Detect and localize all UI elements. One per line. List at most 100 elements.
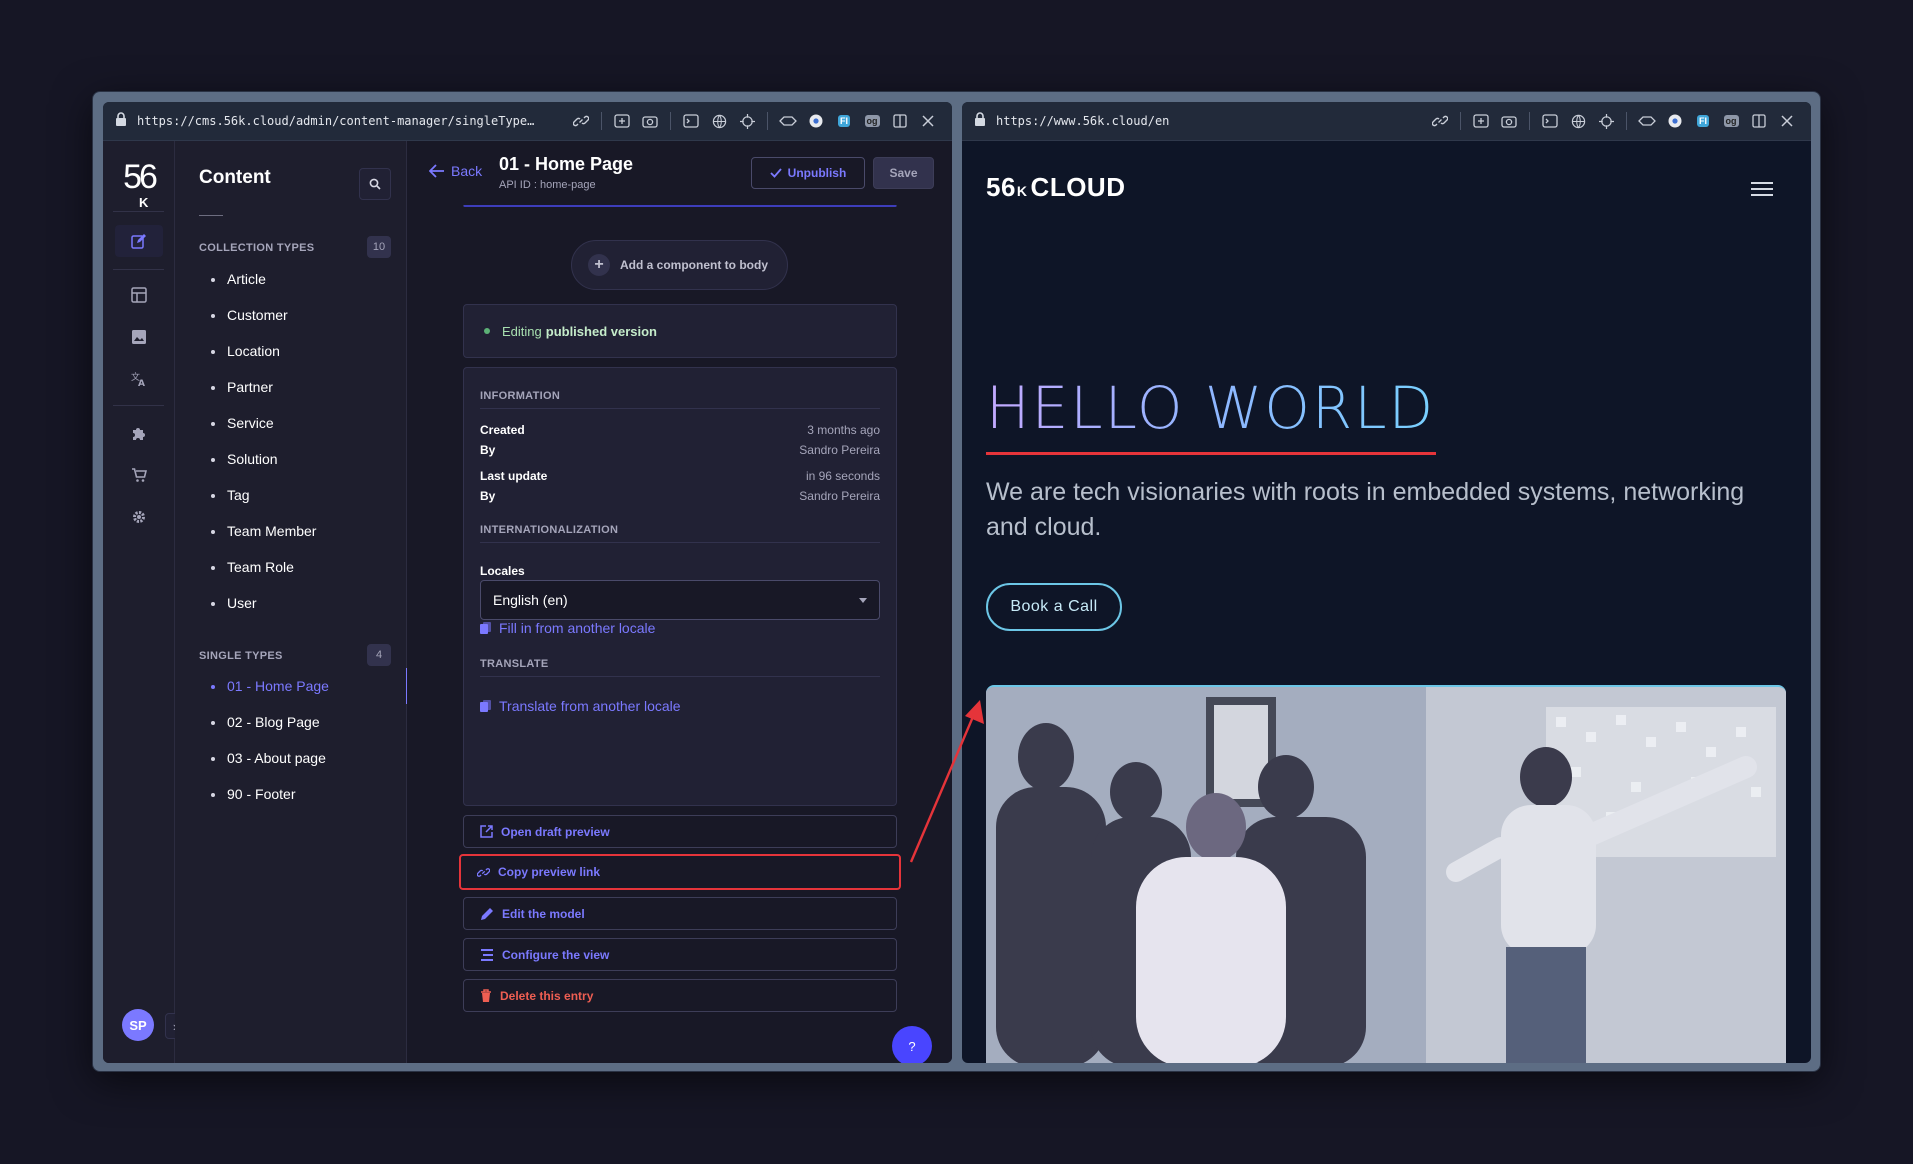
subnav-item[interactable]: User [175,585,407,621]
main-nav: 56 K 文A SP [103,141,185,1063]
cms-logo[interactable]: 56 K [117,155,161,210]
delete-entry-button[interactable]: Delete this entry [463,979,897,1012]
collection-types-heading[interactable]: COLLECTION TYPES [199,242,314,254]
unpublish-button[interactable]: Unpublish [751,157,865,189]
help-button[interactable]: ? [892,1026,932,1063]
team-photo [986,685,1786,1063]
open-draft-preview-button[interactable]: Open draft preview [463,815,897,848]
fi-extension-icon[interactable]: FI [1689,107,1717,135]
subnav-search-button[interactable] [359,168,391,200]
add-component-button[interactable]: + Add a component to body [571,240,788,290]
subnav-item[interactable]: 02 - Blog Page [175,704,407,740]
divider [480,542,880,543]
extension-icon[interactable] [1633,107,1661,135]
preview-url-bar: https://www.56k.cloud/en FI og [962,102,1811,141]
site-logo-number: 56 [986,172,1016,202]
terminal-icon[interactable] [677,107,705,135]
extension-icon[interactable] [774,107,802,135]
close-icon[interactable] [914,107,942,135]
user-avatar[interactable]: SP [122,1009,154,1041]
nav-media-library[interactable] [115,321,163,353]
api-id: API ID : home-page [499,179,596,191]
subnav-item[interactable]: Team Role [175,549,407,585]
subnav-item-label: Team Member [227,523,317,539]
link-icon[interactable] [1426,107,1454,135]
created-label: Created [480,423,525,437]
split-view-icon[interactable] [1745,107,1773,135]
fi-extension-icon[interactable]: FI [830,107,858,135]
subnav-item[interactable]: Partner [175,369,407,405]
site-logo[interactable]: 56 K CLOUD [986,172,1125,203]
subnav-item-label: 03 - About page [227,750,326,766]
edit-model-button[interactable]: Edit the model [463,897,897,930]
camera-icon[interactable] [636,107,664,135]
nav-divider [113,405,164,406]
gear-icon [133,511,145,523]
subnav-item[interactable]: Article [175,261,407,297]
image-icon [132,330,146,344]
link-icon[interactable] [567,107,595,135]
subnav-item[interactable]: Service [175,405,407,441]
screenshot-area-icon[interactable] [608,107,636,135]
crosshair-icon[interactable] [733,107,761,135]
information-panel: INFORMATION Created 3 months ago By Sandro… [463,367,897,806]
subnav-item-label: Solution [227,451,278,467]
updated-by-value: Sandro Pereira [799,489,880,503]
chrome-icon[interactable] [1661,107,1689,135]
globe-icon[interactable] [705,107,733,135]
cms-url-bar: https://cms.56k.cloud/admin/content-mana… [103,102,952,141]
copy-preview-link-button[interactable]: Copy preview link [459,854,901,890]
nav-plugins[interactable] [115,417,163,449]
hamburger-menu-icon[interactable] [1751,182,1773,196]
cms-window: https://cms.56k.cloud/admin/content-mana… [103,102,952,1063]
edit-view: Back 01 - Home Page API ID : home-page U… [407,141,952,1063]
status-dot-icon [484,328,490,334]
fill-from-locale-label: Fill in from another locale [499,620,656,636]
list-layout-icon [481,948,493,961]
single-types-heading[interactable]: SINGLE TYPES [199,650,283,662]
nav-settings[interactable] [115,501,163,533]
globe-icon[interactable] [1564,107,1592,135]
crosshair-icon[interactable] [1592,107,1620,135]
nav-marketplace[interactable] [115,459,163,491]
caret-down-icon [859,597,867,603]
og-extension-icon[interactable]: og [1717,107,1745,135]
subnav-item[interactable]: 01 - Home Page [175,668,408,704]
nav-translations[interactable]: 文A [115,363,163,395]
subnav-item[interactable]: Location [175,333,407,369]
translate-from-locale-link[interactable]: Translate from another locale [480,698,681,714]
toolbar-divider [1460,112,1461,130]
fill-from-locale-link[interactable]: Fill in from another locale [480,620,655,636]
cms-url-text[interactable]: https://cms.56k.cloud/admin/content-mana… [137,114,539,128]
camera-icon[interactable] [1495,107,1523,135]
close-icon[interactable] [1773,107,1801,135]
subnav-item[interactable]: Tag [175,477,407,513]
terminal-icon[interactable] [1536,107,1564,135]
internationalization-heading: INTERNATIONALIZATION [480,524,619,536]
chrome-icon[interactable] [802,107,830,135]
save-button[interactable]: Save [873,157,934,189]
nav-content-type-builder[interactable] [115,279,163,311]
split-view-icon[interactable] [886,107,914,135]
book-call-button[interactable]: Book a Call [986,583,1122,631]
subnav-item[interactable]: 03 - About page [175,740,407,776]
subnav-item[interactable]: Team Member [175,513,407,549]
pencil-icon [131,234,146,249]
trash-icon [481,989,491,1002]
back-label: Back [451,163,483,179]
subnav-item[interactable]: Solution [175,441,407,477]
layout-icon [131,287,147,303]
screenshot-area-icon[interactable] [1467,107,1495,135]
configure-view-button[interactable]: Configure the view [463,938,897,971]
preview-url-text[interactable]: https://www.56k.cloud/en [996,114,1396,128]
editing-status-panel: Editing published version [463,304,897,358]
og-extension-icon[interactable]: og [858,107,886,135]
subnav-item[interactable]: Customer [175,297,407,333]
subnav-item-label: Team Role [227,559,294,575]
nav-content-manager[interactable] [115,225,163,257]
subnav-item[interactable]: 90 - Footer [175,776,407,812]
locale-select[interactable]: English (en) [480,580,880,620]
back-link[interactable]: Back [429,163,482,179]
toolbar-divider [767,112,768,130]
toolbar-divider [1626,112,1627,130]
